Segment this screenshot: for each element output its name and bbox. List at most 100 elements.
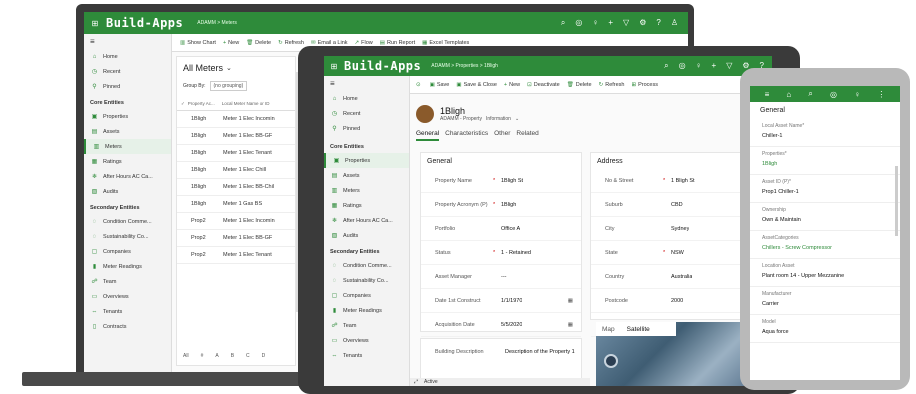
col-name[interactable]: Local Meter Name or ID: [222, 101, 270, 106]
calendar-icon[interactable]: ▦: [568, 298, 573, 304]
field-value[interactable]: 1 Bligh St: [671, 178, 695, 184]
sidebar-item-pinned[interactable]: ⚲ Pinned: [324, 121, 409, 136]
field-value[interactable]: 5/5/2020: [501, 322, 522, 328]
sidebar-item-sustainability[interactable]: ◌ Sustainability Co...: [324, 273, 409, 288]
cell-meter-name[interactable]: Meter 1 Elec BB-Chil: [217, 184, 274, 190]
sidebar-item-pinned[interactable]: ⚲ Pinned: [84, 79, 171, 94]
table-row[interactable]: 1Bligh Meter 1 Gas BS: [177, 196, 295, 213]
chevron-down-icon[interactable]: ⌄: [226, 64, 232, 72]
sidebar-item-overviews[interactable]: ▭ Overviews: [324, 333, 409, 348]
save-close-button[interactable]: ▣ Save & Close: [456, 82, 497, 88]
more-icon[interactable]: ⋮: [877, 90, 885, 99]
cell-meter-name[interactable]: Meter 1 Gas BS: [217, 201, 262, 207]
alpha-all[interactable]: All: [183, 353, 189, 359]
cell-meter-name[interactable]: Meter 1 Elec Tenant: [217, 252, 272, 258]
sidebar-item-properties[interactable]: ▣ Properties: [324, 153, 409, 168]
sidebar-item-ratings[interactable]: ▦ Ratings: [324, 198, 409, 213]
field-value[interactable]: Own & Maintain: [762, 217, 888, 226]
cell-property[interactable]: Prop2: [177, 235, 217, 241]
cell-property[interactable]: Prop2: [177, 252, 217, 258]
select-all-check[interactable]: ✓: [181, 101, 185, 107]
cell-property[interactable]: 1Bligh: [177, 167, 217, 173]
table-row[interactable]: 1Bligh Meter 1 Elec Chill: [177, 162, 295, 179]
sidebar-item-recent[interactable]: ◷ Recent: [324, 106, 409, 121]
sidebar-item-home[interactable]: ⌂ Home: [84, 49, 171, 64]
save-button[interactable]: ▣ Save: [430, 82, 450, 88]
bulb-icon[interactable]: ♀: [854, 90, 860, 99]
map-tab-satellite[interactable]: Satellite: [621, 326, 656, 333]
cell-meter-name[interactable]: Meter 1 Elec BB-GF: [217, 235, 272, 241]
cell-property[interactable]: 1Bligh: [177, 116, 217, 122]
sidebar-item-after-hours[interactable]: ❄ After Hours AC Ca...: [84, 169, 171, 184]
bulb-icon[interactable]: ♀: [696, 61, 702, 71]
plus-icon[interactable]: +: [608, 18, 613, 28]
person-icon[interactable]: ♙: [671, 18, 678, 28]
delete-button[interactable]: 🗑 Delete: [246, 40, 271, 46]
alpha-b[interactable]: B: [231, 353, 234, 359]
sidebar-item-sustainability[interactable]: ◌ Sustainability Co...: [84, 229, 171, 244]
col-property[interactable]: Property Ac...: [188, 101, 218, 106]
field-value[interactable]: 1 - Retained: [501, 250, 531, 256]
cell-meter-name[interactable]: Meter 1 Elec Incomin: [217, 116, 275, 122]
view-title[interactable]: All Meters: [183, 63, 223, 73]
table-row[interactable]: 1Bligh Meter 1 Elec BB-GF: [177, 128, 295, 145]
breadcrumb[interactable]: ADAMM > Properties > 1Bligh: [431, 63, 498, 69]
sidebar-item-meters[interactable]: ▥ Meters: [84, 139, 171, 154]
home-icon[interactable]: ⌂: [786, 90, 791, 99]
cell-meter-name[interactable]: Meter 1 Elec Incomin: [217, 218, 275, 224]
field-value[interactable]: Plant room 14 - Upper Mezzanine: [762, 273, 888, 282]
breadcrumb[interactable]: ADAMM > Meters: [197, 20, 237, 26]
sidebar-item-audits[interactable]: ▧ Audits: [84, 184, 171, 199]
tab-general[interactable]: General: [416, 130, 440, 141]
sidebar-item-meter-readings[interactable]: ▮ Meter Readings: [84, 259, 171, 274]
map-tab-map[interactable]: Map: [596, 326, 621, 333]
cell-property[interactable]: Prop2: [177, 218, 217, 224]
bulb-icon[interactable]: ♀: [592, 18, 598, 28]
cell-meter-name[interactable]: Meter 1 Elec Tenant: [217, 150, 272, 156]
app-brand[interactable]: Build-Apps: [106, 16, 183, 30]
process-button[interactable]: ⊞ Process: [632, 82, 658, 88]
expand-icon[interactable]: ⤢: [414, 379, 418, 385]
hamburger-icon[interactable]: ≡: [84, 34, 171, 49]
field-value[interactable]: 1/1/1970: [501, 298, 522, 304]
sidebar-item-condition[interactable]: ◌ Condition Comme...: [84, 214, 171, 229]
table-row[interactable]: Prop2 Meter 1 Elec Tenant: [177, 247, 295, 264]
new-button[interactable]: + New: [504, 82, 520, 88]
filter-icon[interactable]: ▽: [726, 61, 732, 71]
field-value[interactable]: Chillers - Screw Compressor: [762, 245, 888, 254]
alpha-c[interactable]: C: [246, 353, 250, 359]
sidebar-item-assets[interactable]: ▤ Assets: [324, 168, 409, 183]
table-row[interactable]: 1Bligh Meter 1 Elec Tenant: [177, 145, 295, 162]
hamburger-icon[interactable]: ≡: [324, 76, 409, 91]
help-icon[interactable]: ?: [656, 18, 660, 28]
sidebar-item-companies[interactable]: ▢ Companies: [324, 288, 409, 303]
field-value[interactable]: 1Bligh: [762, 161, 888, 170]
form-selector[interactable]: Information: [486, 116, 511, 122]
cell-property[interactable]: 1Bligh: [177, 150, 217, 156]
tab-other[interactable]: Other: [494, 130, 510, 141]
search-icon[interactable]: ⌕: [561, 18, 565, 28]
cell-meter-name[interactable]: Meter 1 Elec Chill: [217, 167, 266, 173]
cell-property[interactable]: 1Bligh: [177, 133, 217, 139]
field-value[interactable]: 1Bligh: [501, 202, 516, 208]
alpha-d[interactable]: D: [262, 353, 266, 359]
field-value[interactable]: Australia: [671, 274, 692, 280]
deactivate-button[interactable]: ⊡ Deactivate: [527, 82, 560, 88]
delete-button[interactable]: 🗑 Delete: [567, 82, 592, 88]
search-icon[interactable]: ⌕: [808, 89, 812, 99]
new-button[interactable]: + New: [223, 40, 239, 46]
tab-related[interactable]: Related: [516, 130, 538, 141]
phone-scrollbar[interactable]: [895, 166, 898, 236]
table-row[interactable]: 1Bligh Meter 1 Elec Incomin: [177, 111, 295, 128]
sidebar-item-team[interactable]: ☍ Team: [324, 318, 409, 333]
field-value[interactable]: Sydney: [671, 226, 689, 232]
plus-icon[interactable]: +: [712, 61, 717, 71]
sidebar-item-home[interactable]: ⌂ Home: [324, 91, 409, 106]
sidebar-item-condition[interactable]: ◌ Condition Comme...: [324, 258, 409, 273]
sidebar-item-overviews[interactable]: ▭ Overviews: [84, 289, 171, 304]
target-icon[interactable]: ◎: [575, 18, 582, 28]
run-report-button[interactable]: ▤ Run Report: [380, 40, 415, 46]
sidebar-item-properties[interactable]: ▣ Properties: [84, 109, 171, 124]
show-chart-button[interactable]: ▥ Show Chart: [180, 40, 216, 46]
sidebar-item-tenants[interactable]: ⇔ Tenants: [84, 304, 171, 319]
